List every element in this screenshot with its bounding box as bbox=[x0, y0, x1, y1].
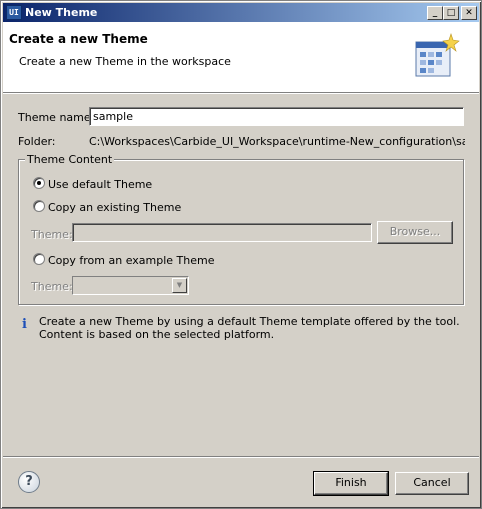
page-title: Create a new Theme bbox=[9, 32, 148, 46]
finish-button[interactable]: Finish bbox=[313, 471, 389, 496]
example-theme-select[interactable]: ▼ bbox=[72, 276, 189, 295]
copy-example-theme-radio[interactable] bbox=[33, 253, 45, 265]
theme-name-input[interactable]: sample bbox=[89, 107, 464, 126]
theme-wizard-graphic bbox=[415, 33, 460, 77]
use-default-theme-radio[interactable] bbox=[33, 177, 45, 189]
theme-name-label: Theme name: bbox=[18, 111, 95, 124]
banner-separator bbox=[3, 92, 479, 94]
copy-example-theme-label[interactable]: Copy from an example Theme bbox=[48, 254, 215, 267]
example-theme-label: Theme: bbox=[31, 280, 73, 293]
app-icon: UI bbox=[6, 5, 22, 20]
browse-button[interactable]: Browse... bbox=[377, 221, 453, 244]
help-icon[interactable]: ? bbox=[18, 471, 40, 493]
chevron-down-icon[interactable]: ▼ bbox=[172, 278, 187, 293]
minimize-icon[interactable]: _ bbox=[427, 6, 443, 20]
maximize-icon[interactable]: □ bbox=[443, 6, 459, 20]
footer-separator bbox=[3, 456, 479, 458]
existing-theme-label: Theme: bbox=[31, 228, 73, 241]
title-bar[interactable]: UI New Theme _ □ ✕ bbox=[3, 3, 479, 22]
cancel-button[interactable]: Cancel bbox=[395, 472, 469, 495]
page-description: Create a new Theme in the workspace bbox=[19, 55, 231, 68]
existing-theme-input[interactable] bbox=[72, 223, 372, 242]
folder-label: Folder: bbox=[18, 135, 56, 148]
theme-content-title: Theme Content bbox=[25, 153, 115, 166]
info-message: Create a new Theme by using a default Th… bbox=[39, 315, 460, 341]
close-icon[interactable]: ✕ bbox=[461, 6, 477, 20]
folder-path: C:\Workspaces\Carbide_UI_Workspace\runti… bbox=[89, 135, 465, 148]
copy-existing-theme-radio[interactable] bbox=[33, 200, 45, 212]
wizard-banner: Create a new Theme Create a new Theme in… bbox=[3, 22, 479, 92]
window-title: New Theme bbox=[25, 6, 98, 19]
use-default-theme-label[interactable]: Use default Theme bbox=[48, 178, 152, 191]
new-theme-dialog: UI New Theme _ □ ✕ Create a new Theme Cr… bbox=[0, 0, 482, 509]
info-icon: i bbox=[22, 317, 27, 332]
copy-existing-theme-label[interactable]: Copy an existing Theme bbox=[48, 201, 181, 214]
